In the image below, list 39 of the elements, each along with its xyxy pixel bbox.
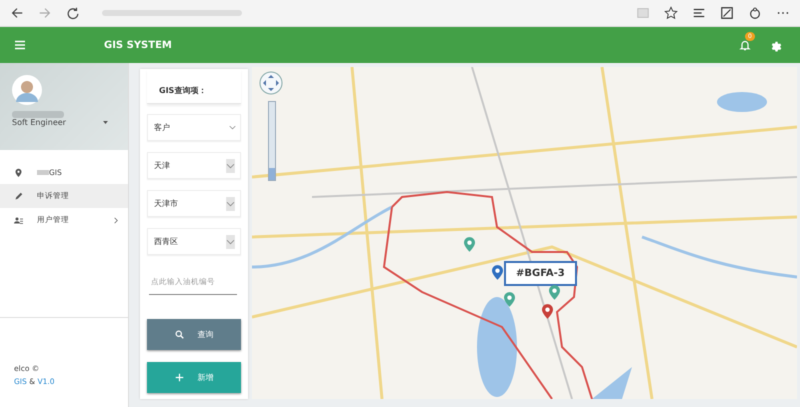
chevron-icon (229, 125, 236, 130)
map-marker-icon[interactable] (504, 292, 515, 307)
menu-icon[interactable] (14, 39, 26, 51)
panel-title: GIS查询项： (147, 69, 241, 104)
dropdown[interactable]: 天津市 (147, 190, 241, 217)
back-icon[interactable] (10, 6, 24, 20)
users-icon (14, 216, 23, 224)
search-icon (174, 330, 184, 339)
refresh-icon[interactable] (66, 6, 80, 20)
settings-icon[interactable] (769, 38, 782, 52)
dropdown[interactable]: 天津 (147, 152, 241, 179)
map-marker-icon[interactable] (492, 265, 503, 280)
caret-icon[interactable] (103, 121, 108, 124)
hub-icon[interactable] (692, 6, 706, 20)
dropdown[interactable]: 客户 (147, 114, 241, 141)
plus-icon (174, 373, 184, 382)
zoom-slider[interactable] (268, 101, 276, 181)
map-marker-icon[interactable] (542, 304, 553, 319)
user-role: Soft Engineer (12, 118, 66, 127)
name-placeholder (12, 111, 64, 118)
dropdown[interactable]: 西青区 (147, 228, 241, 255)
star-icon[interactable] (664, 6, 678, 20)
pin-icon (14, 168, 23, 176)
chevron-icon (226, 234, 235, 248)
blurred-text (37, 170, 49, 174)
pencil-icon (14, 192, 23, 200)
search-button[interactable]: 查询 (147, 319, 241, 350)
share-icon[interactable] (748, 6, 762, 20)
note-icon[interactable] (720, 6, 734, 20)
pan-control[interactable] (259, 71, 283, 95)
chevron-icon (114, 216, 118, 224)
chevron-icon (226, 196, 235, 210)
app-title: GIS SYSTEM (104, 40, 172, 50)
map-marker-icon[interactable] (549, 285, 560, 300)
bell-icon[interactable] (739, 39, 751, 51)
marker-popup: #BGFA-3 (504, 261, 577, 286)
map-marker-icon[interactable] (464, 237, 475, 252)
avatar (12, 75, 42, 105)
chevron-icon (226, 158, 235, 172)
